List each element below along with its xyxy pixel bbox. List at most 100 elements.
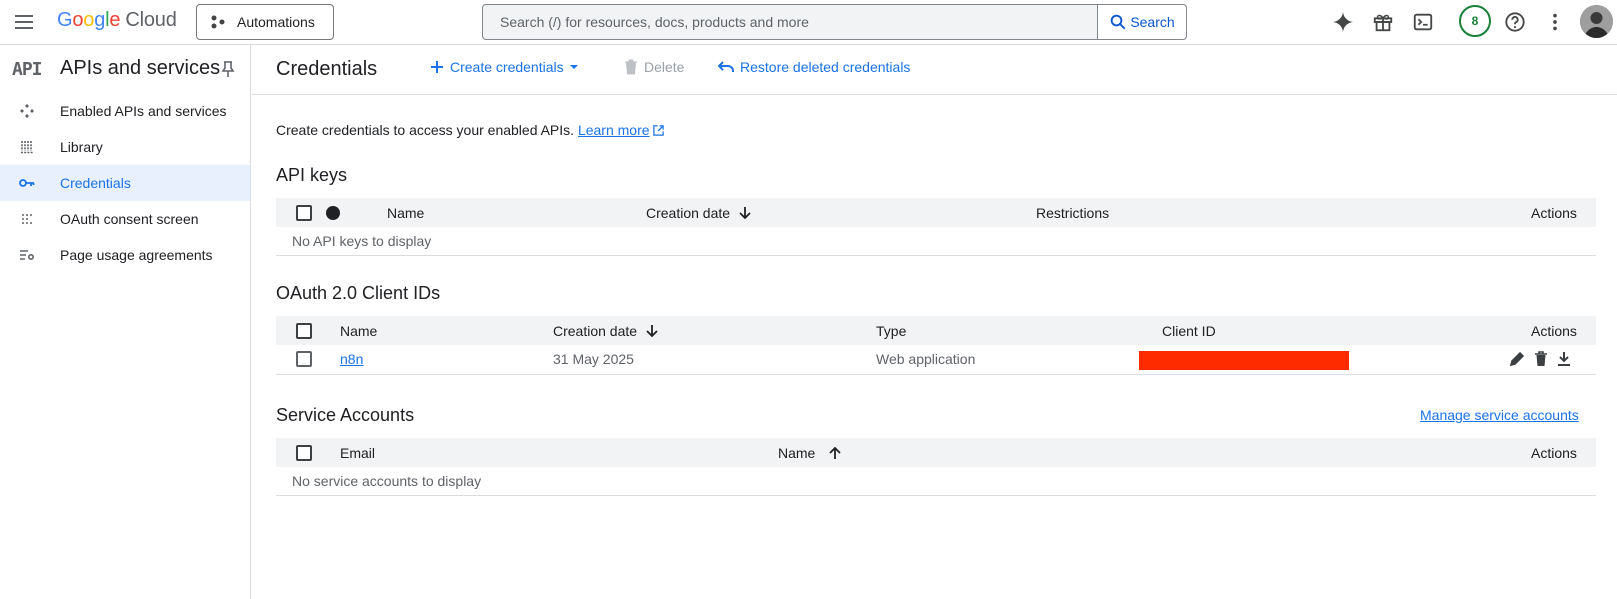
sidebar-item-oauth-consent[interactable]: OAuth consent screen	[0, 201, 250, 237]
column-header-name[interactable]: Name	[340, 323, 377, 339]
avatar[interactable]	[1580, 5, 1613, 38]
column-header-label: Creation date	[646, 205, 731, 221]
sidebar-item-label: Enabled APIs and services	[60, 103, 227, 119]
column-header-actions: Actions	[1531, 323, 1577, 339]
sidebar-title: APIs and services	[60, 57, 221, 79]
cloud-shell-icon[interactable]	[1410, 9, 1436, 35]
action-bar: Credentials Create credentials Delete Re…	[252, 45, 1617, 95]
column-header-creation-date[interactable]: Creation date	[553, 323, 658, 339]
trash-icon	[625, 59, 637, 75]
plus-icon	[431, 61, 443, 73]
create-credentials-label: Create credentials	[450, 59, 564, 75]
pin-icon[interactable]	[220, 60, 236, 78]
column-header-email[interactable]: Email	[340, 445, 375, 461]
sidebar-item-page-usage[interactable]: Page usage agreements	[0, 237, 250, 273]
key-icon	[18, 174, 36, 192]
oauth-client-ids-table: Name Creation date Type Client ID Action…	[276, 316, 1596, 375]
api-logo: API	[12, 59, 42, 80]
api-keys-table: Name Creation date Restrictions Actions …	[276, 198, 1596, 256]
table-header: Name Creation date Restrictions Actions	[276, 198, 1596, 227]
undo-icon	[718, 61, 734, 72]
sidebar-item-enabled-apis[interactable]: Enabled APIs and services	[0, 93, 250, 129]
table-header: Email Name Actions	[276, 438, 1596, 467]
main-content: Credentials Create credentials Delete Re…	[252, 45, 1617, 599]
creation-date-cell: 31 May 2025	[553, 351, 634, 367]
oauth-client-ids-title: OAuth 2.0 Client IDs	[276, 283, 441, 303]
sort-down-icon	[646, 325, 658, 338]
sidebar-header: API APIs and services	[0, 45, 250, 93]
delete-icon[interactable]	[1534, 351, 1548, 367]
client-name-link[interactable]: n8n	[340, 351, 363, 367]
empty-message: No API keys to display	[292, 233, 432, 249]
column-header-actions: Actions	[1531, 445, 1577, 461]
search-button-label: Search	[1130, 14, 1175, 30]
logo-letter: g	[94, 9, 106, 31]
restore-deleted-credentials-button[interactable]: Restore deleted credentials	[718, 59, 910, 75]
external-link-icon	[653, 125, 665, 136]
page-title: Credentials	[276, 58, 378, 80]
table-row: n8n 31 May 2025 Web application	[276, 345, 1596, 375]
select-all-checkbox[interactable]	[296, 205, 312, 221]
type-cell: Web application	[876, 351, 976, 367]
download-icon[interactable]	[1557, 351, 1571, 367]
row-checkbox[interactable]	[296, 351, 312, 367]
manage-service-accounts-link[interactable]: Manage service accounts	[1420, 407, 1579, 423]
sort-up-icon	[829, 446, 841, 459]
sidebar-item-label: Page usage agreements	[60, 247, 213, 263]
logo-letter: e	[109, 9, 121, 31]
search-input[interactable]	[483, 5, 1097, 39]
column-header-restrictions: Restrictions	[1036, 205, 1110, 221]
table-header: Name Creation date Type Client ID Action…	[276, 316, 1596, 345]
notifications-badge[interactable]: 8	[1459, 5, 1491, 37]
edit-icon[interactable]	[1509, 351, 1525, 367]
select-all-checkbox[interactable]	[296, 445, 312, 461]
gift-icon[interactable]	[1370, 9, 1396, 35]
column-header-label: Creation date	[553, 323, 638, 339]
table-row: No API keys to display	[276, 227, 1596, 256]
column-header-type[interactable]: Type	[876, 323, 906, 339]
project-picker-button[interactable]: Automations	[196, 4, 334, 40]
sidebar-item-credentials[interactable]: Credentials	[0, 165, 250, 201]
table-row: No service accounts to display	[276, 467, 1596, 496]
status-dot-icon	[326, 206, 340, 220]
service-accounts-title: Service Accounts	[276, 405, 415, 425]
restore-label: Restore deleted credentials	[740, 59, 911, 75]
column-header-client-id: Client ID	[1162, 323, 1216, 339]
sidebar-item-label: Credentials	[60, 175, 131, 191]
column-header-label: Name	[778, 445, 816, 461]
search-icon	[1111, 14, 1126, 30]
oauth-icon	[18, 210, 36, 228]
search-bar: Search	[482, 4, 1187, 40]
intro-text: Create credentials to access your enable…	[276, 122, 665, 138]
learn-more-link[interactable]: Learn more	[578, 122, 650, 138]
column-header-actions: Actions	[1531, 205, 1577, 221]
create-credentials-button[interactable]: Create credentials	[430, 59, 579, 75]
column-header-creation-date[interactable]: Creation date	[646, 205, 751, 221]
sidebar-item-library[interactable]: Library	[0, 129, 250, 165]
enabled-apis-icon	[18, 102, 36, 120]
project-icon	[211, 15, 225, 29]
main-menu-icon[interactable]	[12, 10, 36, 34]
gemini-sparkle-icon[interactable]	[1330, 9, 1356, 35]
settings-list-icon	[18, 246, 36, 264]
column-header-name[interactable]: Name	[778, 445, 841, 461]
intro-text-body: Create credentials to access your enable…	[276, 122, 575, 138]
sidebar: API APIs and services Enabled APIs and s…	[0, 45, 251, 599]
top-bar: GoogleCloud Automations Search 8	[0, 0, 1617, 45]
more-vert-icon[interactable]	[1542, 9, 1568, 35]
service-accounts-table: Email Name Actions No service accounts t…	[276, 438, 1596, 496]
api-keys-title: API keys	[276, 165, 348, 185]
logo-cloud-text: Cloud	[125, 9, 177, 31]
search-button[interactable]: Search	[1097, 5, 1186, 39]
sidebar-item-label: Library	[60, 139, 103, 155]
delete-button[interactable]: Delete	[624, 59, 684, 75]
dropdown-arrow-icon	[569, 65, 578, 69]
sort-down-icon	[739, 207, 751, 220]
select-all-checkbox[interactable]	[296, 323, 312, 339]
library-icon	[18, 138, 36, 156]
column-header-name[interactable]: Name	[387, 205, 424, 221]
redacted-client-id	[1139, 351, 1349, 370]
help-icon[interactable]	[1502, 9, 1528, 35]
google-cloud-logo[interactable]: Google Cloud	[57, 9, 177, 32]
logo-letter: o	[72, 9, 84, 31]
